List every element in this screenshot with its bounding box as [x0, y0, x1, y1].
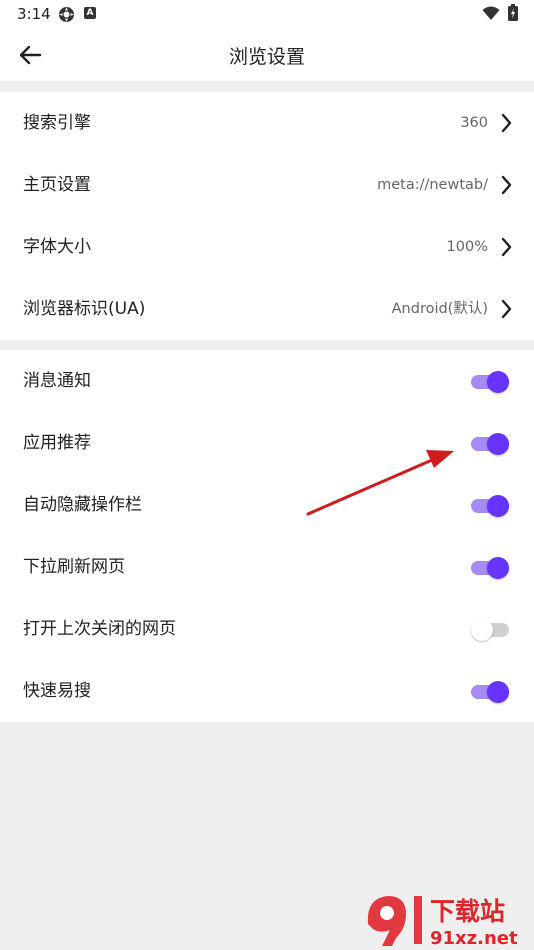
chevron-right-icon — [501, 237, 512, 257]
watermark-url: 91xz.net — [430, 928, 518, 948]
toggle-row-notifications: 消息通知 — [0, 350, 534, 412]
toggle-thumb — [487, 557, 509, 579]
chevron-right-icon — [501, 113, 512, 133]
toggle-group: 消息通知 应用推荐 自动隐藏操作栏 下拉刷新网页 打开上次关闭的网页 快速易搜 — [0, 350, 534, 722]
notifications-toggle[interactable] — [471, 370, 509, 393]
watermark-logo: 下载站 91xz.net — [367, 896, 518, 948]
app-a-icon: A — [84, 7, 96, 19]
status-bar: 3:14 A — [0, 0, 534, 28]
setting-value: 360 — [460, 115, 488, 131]
setting-value: meta://newtab/ — [377, 177, 488, 193]
chevron-right-icon — [501, 299, 512, 319]
setting-value: Android(默认) — [391, 301, 488, 317]
auto-hide-toolbar-toggle[interactable] — [471, 494, 509, 517]
chevron-right-icon — [501, 175, 512, 195]
setting-row-user-agent[interactable]: 浏览器标识(UA) Android(默认) — [0, 278, 534, 340]
toggle-label: 快速易搜 — [23, 681, 91, 701]
setting-value: 100% — [446, 239, 488, 255]
restore-tabs-toggle[interactable] — [471, 618, 509, 641]
toggle-thumb — [487, 495, 509, 517]
toggle-thumb — [471, 619, 493, 641]
toggle-row-pull-refresh: 下拉刷新网页 — [0, 536, 534, 598]
status-time: 3:14 — [17, 5, 51, 23]
setting-row-font-size[interactable]: 字体大小 100% — [0, 216, 534, 278]
setting-label: 搜索引擎 — [23, 113, 91, 133]
battery-icon — [508, 4, 518, 21]
app-bar: 浏览设置 — [0, 28, 534, 81]
toggle-row-auto-hide-toolbar: 自动隐藏操作栏 — [0, 474, 534, 536]
toggle-label: 应用推荐 — [23, 433, 91, 453]
toggle-row-quick-search: 快速易搜 — [0, 660, 534, 722]
toggle-row-app-recommend: 应用推荐 — [0, 412, 534, 474]
toggle-label: 打开上次关闭的网页 — [23, 619, 176, 639]
toggle-thumb — [487, 433, 509, 455]
settings-group: 搜索引擎 360 主页设置 meta://newtab/ 字体大小 100% 浏… — [0, 92, 534, 340]
setting-label: 浏览器标识(UA) — [23, 299, 146, 319]
toggle-thumb — [487, 371, 509, 393]
toggle-label: 下拉刷新网页 — [23, 557, 125, 577]
toggle-row-restore-tabs: 打开上次关闭的网页 — [0, 598, 534, 660]
wifi-icon — [482, 6, 500, 20]
watermark-title: 下载站 — [430, 897, 505, 926]
app-recommend-toggle[interactable] — [471, 432, 509, 455]
pull-refresh-toggle[interactable] — [471, 556, 509, 579]
setting-row-search-engine[interactable]: 搜索引擎 360 — [0, 92, 534, 154]
toggle-thumb — [487, 681, 509, 703]
setting-label: 字体大小 — [23, 237, 91, 257]
quick-search-toggle[interactable] — [471, 680, 509, 703]
setting-label: 主页设置 — [23, 175, 91, 195]
toggle-label: 消息通知 — [23, 371, 91, 391]
settings-gear-icon — [59, 7, 74, 22]
page-title: 浏览设置 — [228, 46, 305, 68]
toggle-label: 自动隐藏操作栏 — [23, 495, 142, 515]
setting-row-homepage[interactable]: 主页设置 meta://newtab/ — [0, 154, 534, 216]
